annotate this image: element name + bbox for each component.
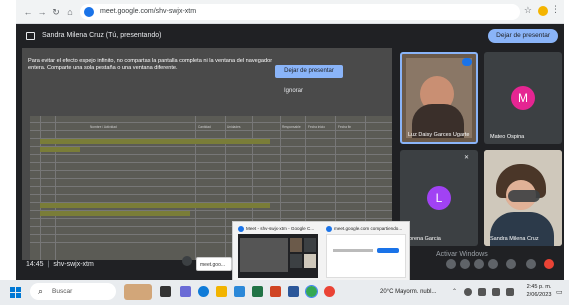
taskbar-search[interactable]: ⌕ Buscar <box>30 283 116 300</box>
file-explorer-icon[interactable] <box>216 286 227 297</box>
edge-icon[interactable] <box>198 286 209 297</box>
stop-presenting-dialog-button[interactable]: Dejar de presentar <box>275 65 343 78</box>
meeting-code: shv-swjx-xtm <box>53 261 94 268</box>
mic-button[interactable] <box>182 256 192 266</box>
participant-name: Luz Daisy Garces Ugarte <box>408 132 470 138</box>
info-icon[interactable] <box>446 259 456 269</box>
mirror-warning-text: Para evitar el efecto espejo infinito, n… <box>28 58 273 71</box>
ignore-button[interactable]: Ignorar <box>284 87 303 95</box>
preview-window[interactable]: meet.google.com compartiendo... <box>324 225 408 279</box>
clock-time: 2:45 p. m. <box>526 284 552 290</box>
sheet-header: Fecha inicio <box>308 125 326 129</box>
participant-avatar: L <box>427 186 451 210</box>
activities-icon[interactable] <box>488 259 498 269</box>
stop-presenting-button[interactable]: Dejar de presentar <box>488 29 558 43</box>
preview-window[interactable]: Meet - shv-swjx-xtm - Google C... <box>236 225 320 279</box>
weather-widget[interactable]: 20°C Mayorm. nubl... <box>380 287 436 297</box>
reload-icon[interactable]: ↻ <box>50 5 62 19</box>
taskbar-clock[interactable]: 2:45 p. m. 2/06/2023 <box>525 283 553 299</box>
word-icon[interactable] <box>288 286 299 297</box>
activar-windows-title: Activar Windows <box>436 251 488 258</box>
forward-icon[interactable]: → <box>36 5 48 19</box>
browser-menu-icon[interactable]: ⋮ <box>551 4 560 15</box>
leave-call-button[interactable] <box>544 259 554 269</box>
sheet-header: Responsable <box>282 125 301 129</box>
participant-avatar: M <box>511 86 535 110</box>
chrome-icon <box>238 226 244 232</box>
sheet-header: Fecha fin <box>338 125 352 129</box>
tile-controls[interactable] <box>508 190 540 202</box>
preview-thumbnail <box>326 234 406 278</box>
present-screen-icon <box>26 32 35 40</box>
meet-tab-chip[interactable]: meet.goo... <box>196 257 232 271</box>
participant-tile[interactable]: Sandra Milena Cruz <box>484 150 562 246</box>
back-icon[interactable]: ← <box>22 5 34 19</box>
sheet-header: Cantidad <box>198 125 211 129</box>
tray-icon[interactable] <box>464 288 472 296</box>
task-view-icon[interactable] <box>160 286 171 297</box>
meet-tab-label: meet.goo... <box>200 262 226 268</box>
participant-tile[interactable]: M Mateo Ospina <box>484 52 562 144</box>
battery-icon[interactable] <box>506 288 514 296</box>
participant-name: Sandra Milena Cruz <box>490 236 539 242</box>
taskbar-preview: Meet - shv-swjx-xtm - Google C... meet.g… <box>232 221 410 281</box>
sheet-header: Nombre / Actividad <box>90 125 117 129</box>
chat-icon[interactable] <box>474 259 484 269</box>
notifications-icon[interactable]: ▭ <box>556 288 563 297</box>
volume-icon[interactable] <box>492 288 500 296</box>
meeting-info: 14:45 | shv-swjx-xtm <box>26 261 94 268</box>
search-label: Buscar <box>52 288 73 295</box>
url-text: meet.google.com/shv-swjx-xtm <box>100 8 197 15</box>
app-icon[interactable] <box>324 286 335 297</box>
sheet-header: Unidades <box>227 125 241 129</box>
excel-icon[interactable] <box>252 286 263 297</box>
network-icon[interactable] <box>478 288 486 296</box>
store-icon[interactable] <box>234 286 245 297</box>
preview-title: meet.google.com compartiendo... <box>334 226 403 231</box>
chrome-taskbar-icon[interactable] <box>305 285 318 298</box>
participant-name: Lorena Garcia <box>406 236 441 242</box>
widgets-icon[interactable] <box>124 284 152 300</box>
activate-windows-watermark: Activar Windows <box>436 250 488 259</box>
screen: ← → ↻ ⌂ meet.google.com/shv-swjx-xtm ☆ ⋮… <box>0 0 569 305</box>
bookmark-star-icon[interactable]: ☆ <box>524 5 532 16</box>
presenting-title: Sandra Milena Cruz (Tú, presentando) <box>42 32 162 39</box>
mic-off-icon: ✕ <box>464 155 470 161</box>
windows-taskbar: ⌕ Buscar 20°C Mayorm. nubl... ⌃ 2:45 p. … <box>0 280 569 305</box>
address-bar[interactable]: meet.google.com/shv-swjx-xtm <box>80 4 520 20</box>
participant-tile[interactable]: Luz Daisy Garces Ugarte <box>400 52 478 144</box>
participant-name: Mateo Ospina <box>490 134 525 140</box>
browser-toolbar: ← → ↻ ⌂ meet.google.com/shv-swjx-xtm ☆ ⋮ <box>16 0 564 24</box>
participant-tile[interactable]: ✕ L Lorena Garcia <box>400 150 478 246</box>
windows-start-icon[interactable] <box>10 287 21 298</box>
chrome-icon <box>326 226 332 232</box>
app-icon[interactable] <box>180 286 191 297</box>
search-icon: ⌕ <box>38 286 44 296</box>
preview-title: Meet - shv-swjx-xtm - Google C... <box>246 226 315 231</box>
host-controls-icon[interactable] <box>506 259 516 269</box>
powerpoint-icon[interactable] <box>270 286 281 297</box>
speaking-indicator-icon <box>462 58 472 66</box>
home-icon[interactable]: ⌂ <box>64 5 76 19</box>
people-icon[interactable] <box>460 259 470 269</box>
meeting-time: 14:45 <box>26 261 44 268</box>
profile-avatar[interactable] <box>538 6 548 16</box>
clock-date: 2/06/2023 <box>526 292 552 298</box>
settings-icon[interactable] <box>526 259 536 269</box>
participant-video <box>406 58 472 138</box>
preview-thumbnail <box>238 234 318 278</box>
tray-chevron-icon[interactable]: ⌃ <box>452 288 457 297</box>
site-info-icon[interactable] <box>84 7 94 17</box>
